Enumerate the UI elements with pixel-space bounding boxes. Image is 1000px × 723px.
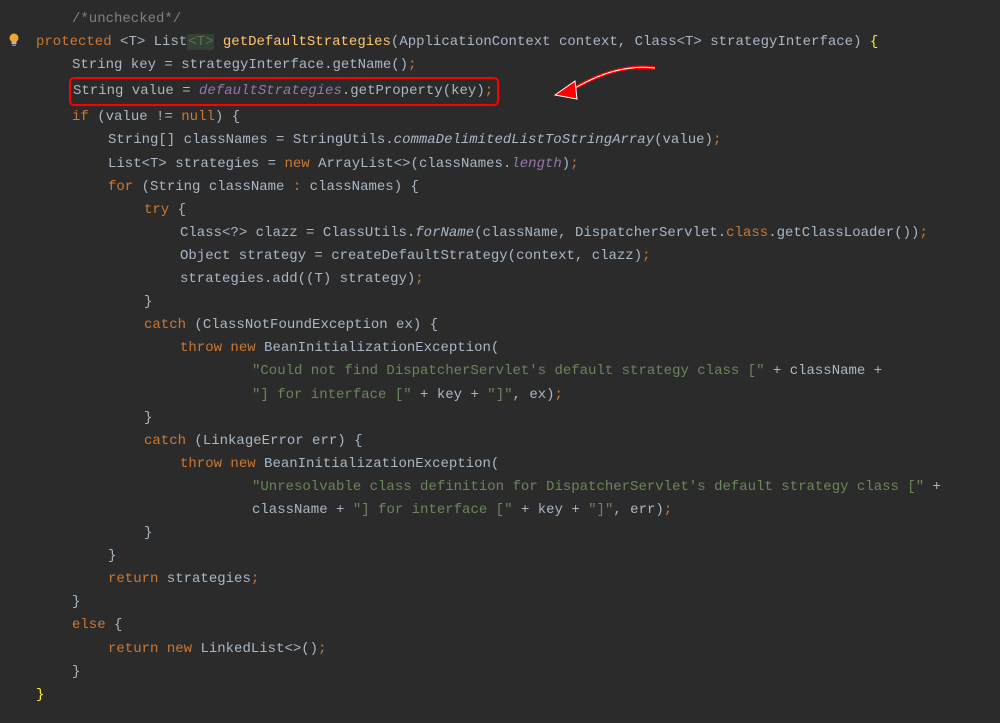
code-line: return strategies;	[36, 568, 1000, 591]
code-line: }	[36, 661, 1000, 684]
code-line: className + "] for interface [" + key + …	[36, 499, 1000, 522]
annotation-red-box: String value = defaultStrategies.getProp…	[69, 77, 499, 106]
code-line: }	[36, 522, 1000, 545]
code-line: String[] classNames = StringUtils.commaD…	[36, 129, 1000, 152]
code-line: if (value != null) {	[36, 106, 1000, 129]
code-line: }	[36, 407, 1000, 430]
code-line: return new LinkedList<>();	[36, 638, 1000, 661]
highlighted-code-line: String value = defaultStrategies.getProp…	[36, 77, 1000, 106]
code-line: catch (ClassNotFoundException ex) {	[36, 314, 1000, 337]
code-line: String key = strategyInterface.getName()…	[36, 54, 1000, 77]
code-line: catch (LinkageError err) {	[36, 430, 1000, 453]
code-line: /*unchecked*/	[36, 8, 1000, 31]
code-line: throw new BeanInitializationException(	[36, 453, 1000, 476]
code-line: }	[36, 291, 1000, 314]
gutter	[6, 32, 22, 57]
code-line: "] for interface [" + key + "]", ex);	[36, 384, 1000, 407]
intention-bulb-icon[interactable]	[6, 32, 22, 48]
code-line: try {	[36, 199, 1000, 222]
code-line: else {	[36, 614, 1000, 637]
code-line: Object strategy = createDefaultStrategy(…	[36, 245, 1000, 268]
code-line: throw new BeanInitializationException(	[36, 337, 1000, 360]
code-line: strategies.add((T) strategy);	[36, 268, 1000, 291]
code-line: }	[36, 684, 1000, 707]
code-line: "Unresolvable class definition for Dispa…	[36, 476, 1000, 499]
code-line: "Could not find DispatcherServlet's defa…	[36, 360, 1000, 383]
code-line: }	[36, 545, 1000, 568]
code-line: protected <T> List<T> getDefaultStrategi…	[36, 31, 1000, 54]
type-parameter-highlight: <T>	[187, 34, 214, 50]
code-line: Class<?> clazz = ClassUtils.forName(clas…	[36, 222, 1000, 245]
code-line: for (String className : classNames) {	[36, 176, 1000, 199]
code-editor[interactable]: /*unchecked*/ protected <T> List<T> getD…	[0, 8, 1000, 707]
comment: /*unchecked*/	[72, 11, 181, 27]
code-line: List<T> strategies = new ArrayList<>(cla…	[36, 153, 1000, 176]
code-line: }	[36, 591, 1000, 614]
